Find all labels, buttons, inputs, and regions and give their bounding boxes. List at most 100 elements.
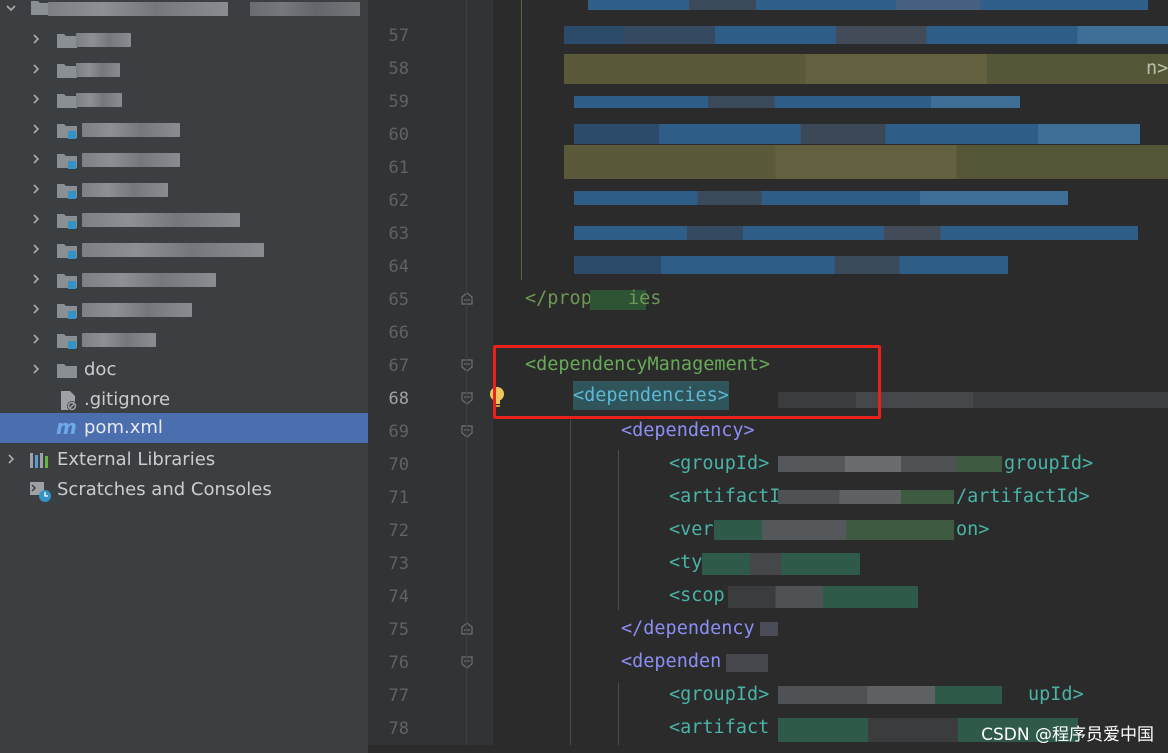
- code-type-tag: <ty: [669, 552, 703, 573]
- tree-row-pom-xml[interactable]: m pom.xml: [0, 413, 368, 443]
- tree-row-module[interactable]: [0, 145, 368, 175]
- code-dependency-tag: <dependency>: [621, 420, 755, 441]
- code-scope-tag: <scop: [669, 585, 725, 606]
- blurred-label: [82, 333, 156, 347]
- chevron-right-icon[interactable]: [30, 333, 42, 345]
- tree-row-module[interactable]: [0, 235, 368, 265]
- line-number: 76: [388, 653, 409, 673]
- blurred-label: [76, 33, 131, 47]
- redacted-code: [778, 456, 1002, 472]
- chevron-right-icon[interactable]: [30, 63, 42, 75]
- tree-row-module[interactable]: [0, 265, 368, 295]
- tree-row-gitignore[interactable]: .gitignore: [0, 385, 368, 415]
- chevron-right-icon[interactable]: [5, 453, 17, 465]
- line-number: 65: [388, 290, 409, 310]
- line-number: 77: [388, 686, 409, 706]
- chevron-right-icon[interactable]: [30, 213, 42, 225]
- redacted-code: [574, 124, 1140, 144]
- redacted-code: [564, 54, 1168, 84]
- line-number: 73: [388, 554, 409, 574]
- blurred-label: [82, 153, 180, 167]
- line-number: 74: [388, 587, 409, 607]
- fold-end-icon[interactable]: [460, 292, 474, 306]
- module-folder-icon: [56, 150, 78, 170]
- tree-row-folder[interactable]: [0, 25, 368, 55]
- chevron-right-icon[interactable]: [30, 93, 42, 105]
- indent-guide: [618, 450, 619, 610]
- tree-row-scratches[interactable]: Scratches and Consoles: [0, 475, 368, 505]
- tree-row-root[interactable]: [0, 0, 368, 22]
- redacted-code: [726, 654, 768, 672]
- tree-row-doc[interactable]: doc: [0, 355, 368, 385]
- line-number: 70: [388, 455, 409, 475]
- line-number: 69: [388, 422, 409, 442]
- editor-gutter: 57 58 59 60 61 62 63 64 65 66 67 68 69 7…: [368, 0, 493, 753]
- module-folder-icon: [56, 300, 78, 320]
- module-folder-icon: [56, 240, 78, 260]
- indent-guide: [570, 418, 571, 753]
- line-number: 66: [388, 323, 409, 343]
- chevron-right-icon[interactable]: [30, 303, 42, 315]
- line-number: 62: [388, 191, 409, 211]
- tree-row-folder[interactable]: [0, 55, 368, 85]
- indent-guide: [618, 683, 619, 753]
- chevron-right-icon[interactable]: [30, 123, 42, 135]
- highlight-annotation-box: [493, 345, 881, 419]
- fold-start-icon[interactable]: [460, 424, 474, 438]
- tree-row-module[interactable]: [0, 115, 368, 145]
- line-number: 63: [388, 224, 409, 244]
- tree-row-module[interactable]: [0, 205, 368, 235]
- horizontal-scrollbar[interactable]: [368, 745, 1168, 753]
- svg-text:m: m: [56, 416, 77, 438]
- fold-guide: [466, 0, 467, 753]
- fold-start-icon[interactable]: [460, 391, 474, 405]
- code-groupid-tag: <groupId>: [669, 453, 770, 474]
- redacted-code: [588, 0, 1148, 10]
- fold-end-icon[interactable]: [460, 622, 474, 636]
- blurred-label: [82, 273, 216, 287]
- line-number: 78: [388, 719, 409, 739]
- redacted-code: [574, 191, 1068, 205]
- chevron-right-icon[interactable]: [30, 33, 42, 45]
- chevron-right-icon[interactable]: [30, 153, 42, 165]
- chevron-right-icon[interactable]: [30, 243, 42, 255]
- tree-row-module[interactable]: [0, 325, 368, 355]
- line-number-current: 68: [388, 389, 409, 409]
- project-tree-panel: doc .gitignore m pom.xml External Librar…: [0, 0, 368, 753]
- fold-start-icon[interactable]: [460, 655, 474, 669]
- tree-item-label: doc: [84, 359, 117, 380]
- folder-icon: [56, 90, 78, 110]
- tree-item-label: .gitignore: [84, 389, 171, 410]
- tree-row-external-libraries[interactable]: External Libraries: [0, 445, 368, 475]
- line-number: 61: [388, 158, 409, 178]
- tree-item-label: pom.xml: [84, 417, 163, 438]
- chevron-right-icon[interactable]: [30, 273, 42, 285]
- redacted-code: [564, 145, 1168, 179]
- line-number: 59: [388, 92, 409, 112]
- line-number: 58: [388, 59, 409, 79]
- redacted-code: [574, 96, 1020, 108]
- code-groupid-closing: upId>: [1028, 684, 1084, 705]
- module-folder-icon: [56, 270, 78, 290]
- chevron-right-icon[interactable]: [30, 363, 42, 375]
- code-artifactid-closing: /artifactId>: [956, 486, 1090, 507]
- gitignore-file-icon: [58, 390, 80, 411]
- fold-start-icon[interactable]: [460, 358, 474, 372]
- tree-row-module[interactable]: [0, 295, 368, 325]
- redacted-code: [760, 622, 778, 636]
- line-number: 57: [388, 26, 409, 46]
- tree-item-label: Scratches and Consoles: [57, 479, 272, 500]
- chevron-down-icon[interactable]: [5, 2, 17, 14]
- watermark: CSDN @程序员爱中国: [981, 725, 1154, 745]
- library-icon: [29, 450, 51, 470]
- line-number: 67: [388, 356, 409, 376]
- line-number: 71: [388, 488, 409, 508]
- code-artifactid-tag: <artifactI: [669, 486, 781, 507]
- tree-row-module[interactable]: [0, 175, 368, 205]
- tree-row-folder[interactable]: [0, 85, 368, 115]
- code-closing-tag: </prop: [525, 288, 592, 309]
- code-artifactid-tag: <artifact: [669, 717, 770, 738]
- chevron-right-icon[interactable]: [30, 183, 42, 195]
- blurred-label: [82, 213, 240, 227]
- scratches-icon: [29, 480, 51, 502]
